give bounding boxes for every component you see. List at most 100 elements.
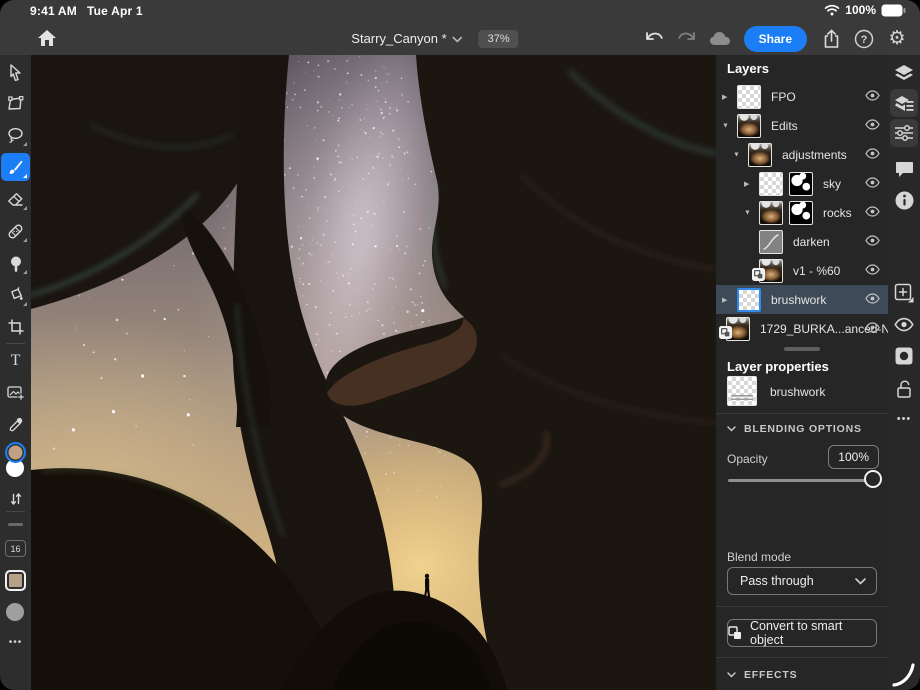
layer-visibility-eye-icon[interactable] [865,234,880,249]
zoom-level-badge[interactable]: 37% [479,30,519,48]
layer-thumbnail[interactable] [759,230,783,254]
layers-stack-icon[interactable] [894,63,914,83]
type-tool-icon[interactable]: T [1,347,30,375]
layer-thumbnail[interactable] [748,143,772,167]
opacity-slider-handle[interactable] [864,470,882,488]
panel-more-options-icon[interactable]: ••• [888,413,920,425]
panel-drag-handle[interactable] [784,347,820,351]
layer-row[interactable]: darken [716,227,888,256]
home-icon[interactable] [34,25,60,51]
disclosure-expanded-icon[interactable]: ▼ [744,209,751,216]
tool-options-handle[interactable] [8,523,23,526]
info-icon[interactable] [894,190,914,210]
battery-percent: 100% [845,3,876,17]
unlock-icon[interactable] [894,379,914,399]
layer-properties-tab-icon[interactable] [894,93,914,113]
layer-thumbnail[interactable] [759,259,783,283]
layer-name: Edits [771,119,798,133]
status-time-date: 9:41 AMTue Apr 1 [30,4,143,18]
document-title[interactable]: Starry_Canyon * [351,31,446,46]
layer-mask-thumbnail[interactable] [789,201,813,225]
opacity-value-field[interactable]: 100% [828,445,879,469]
brush-tip-preview[interactable] [5,570,26,591]
brush-tool-icon[interactable] [1,153,30,181]
layer-row[interactable]: ▶ sky [716,169,888,198]
place-photo-tool-icon[interactable] [1,379,30,407]
disclosure-collapsed-icon[interactable]: ▶ [722,93,727,101]
opacity-slider-track[interactable] [728,479,876,482]
layer-row[interactable]: ▼adjustments [716,140,888,169]
layer-name: sky [823,177,841,191]
layer-thumbnail[interactable] [759,172,783,196]
disclosure-expanded-icon[interactable]: ▼ [722,122,729,129]
move-tool-icon[interactable] [1,58,30,86]
lasso-tool-icon[interactable] [1,121,30,149]
photoshop-ipad-app: 9:41 AMTue Apr 1 100% Starry_Canyon * 37… [0,0,920,690]
undo-icon[interactable] [641,26,667,52]
disclosure-collapsed-icon[interactable]: ▶ [722,296,727,304]
clone-stamp-tool-icon[interactable] [1,249,30,277]
layer-row[interactable]: v1 - %60 [716,256,888,285]
layer-properties-title: Layer properties [727,359,829,374]
layer-visibility-eye-icon[interactable] [865,205,880,220]
layer-row[interactable]: ▼ Edits [716,111,888,140]
transform-tool-icon[interactable] [1,89,30,117]
adjustments-sliders-icon[interactable] [894,123,914,143]
layer-row[interactable]: ▶ FPO [716,82,888,111]
cloud-sync-icon[interactable] [707,26,733,52]
layer-thumbnail[interactable] [737,114,761,138]
top-toolbar: Starry_Canyon * 37% Share ? ⚙ [0,22,920,55]
share-button[interactable]: Share [744,26,807,52]
layer-name: FPO [771,90,796,104]
layer-thumbnail[interactable] [759,201,783,225]
redo-icon[interactable] [674,26,700,52]
swap-colors-icon[interactable] [1,485,30,513]
layer-visibility-eye-icon[interactable] [865,321,880,336]
blend-mode-select[interactable]: Pass through [727,567,877,595]
layer-mask-thumbnail[interactable] [789,172,813,196]
layer-row[interactable]: 1729_BURKA...anced-NR33 [716,314,888,343]
layer-name: brushwork [771,293,826,307]
add-layer-icon[interactable] [894,283,914,303]
status-bar: 9:41 AMTue Apr 1 100% [0,0,920,22]
layer-visibility-eye-icon[interactable] [865,89,880,104]
blending-options-header[interactable]: BLENDING OPTIONS [727,423,862,435]
tool-more-options-icon[interactable]: ••• [0,637,31,648]
brush-opacity-swatch[interactable] [6,603,24,621]
effects-header[interactable]: EFFECTS [727,669,797,681]
brush-size-badge[interactable]: 16 [5,540,26,557]
fill-bucket-tool-icon[interactable] [1,281,30,309]
layer-row[interactable]: ▼rocks [716,198,888,227]
layer-visibility-eye-icon[interactable] [894,314,914,334]
foreground-color-swatch[interactable] [5,442,26,463]
settings-gear-icon[interactable]: ⚙ [884,26,910,52]
disclosure-collapsed-icon[interactable]: ▶ [744,180,749,188]
layer-visibility-eye-icon[interactable] [865,176,880,191]
crop-tool-icon[interactable] [1,313,30,341]
layer-visibility-eye-icon[interactable] [865,263,880,278]
smart-object-badge [752,268,765,281]
export-icon[interactable] [818,26,844,52]
comments-icon[interactable] [894,159,914,179]
chevron-down-icon [453,36,463,43]
convert-to-smart-object-button[interactable]: Convert to smart object [727,619,877,647]
svg-text:?: ? [861,34,868,46]
canvas-area[interactable] [31,55,716,690]
disclosure-expanded-icon[interactable]: ▼ [733,151,740,158]
toolbar-right-group: Share ? ⚙ [641,22,910,55]
left-tool-strip: T 16 ••• [0,55,31,690]
help-icon[interactable]: ? [851,26,877,52]
layer-visibility-eye-icon[interactable] [865,292,880,307]
layer-thumbnail[interactable] [737,85,761,109]
eraser-tool-icon[interactable] [1,185,30,213]
layer-visibility-eye-icon[interactable] [865,147,880,162]
layer-thumbnail[interactable] [737,288,761,312]
layer-visibility-eye-icon[interactable] [865,118,880,133]
document-title-group[interactable]: Starry_Canyon * 37% [351,22,518,55]
panel-divider [716,657,888,658]
layer-mask-icon[interactable] [894,346,914,366]
layer-row[interactable]: ▶ brushwork [716,285,888,314]
eyedropper-tool-icon[interactable] [1,411,30,439]
healing-brush-tool-icon[interactable] [1,217,30,245]
layer-thumbnail[interactable] [726,317,750,341]
